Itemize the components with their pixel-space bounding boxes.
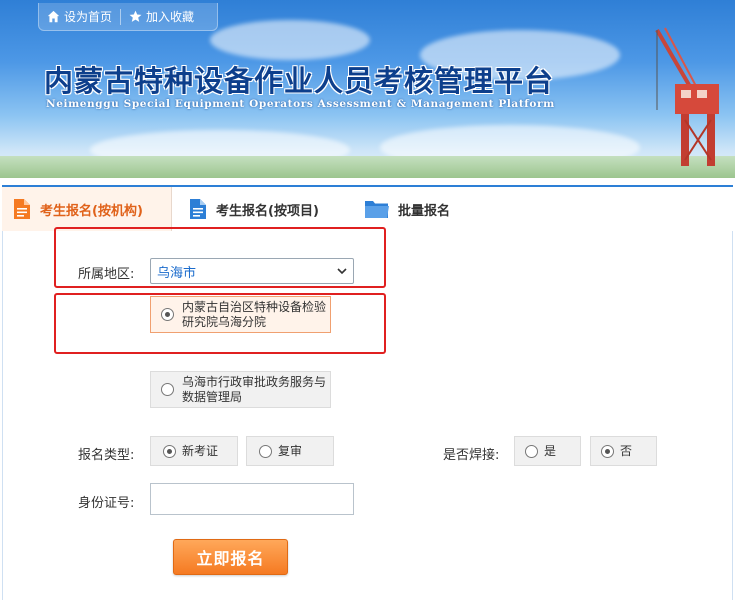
tab-batch-register[interactable]: 批量报名 <box>364 187 450 231</box>
tab-register-by-project[interactable]: 考生报名(按项目) <box>188 187 319 231</box>
site-title: 内蒙古特种设备作业人员考核管理平台 <box>44 64 555 98</box>
tab-label: 批量报名 <box>398 203 451 219</box>
cloud-decoration <box>210 20 370 60</box>
welding-option-yes[interactable]: 是 <box>514 436 581 466</box>
welding-option-label: 否 <box>620 443 633 458</box>
institution-option-text: 乌海市行政审批政务服务与 数据管理局 <box>182 375 326 405</box>
site-title-english: Neimenggu Special Equipment Operators As… <box>46 98 555 110</box>
top-links-bar: 设为首页 加入收藏 <box>38 3 218 31</box>
add-favorite-link[interactable]: 加入收藏 <box>121 8 202 25</box>
tab-label: 考生报名(按机构) <box>40 203 143 219</box>
institution-name-line2: 数据管理局 <box>182 389 243 404</box>
highlight-box-region <box>54 227 386 288</box>
header-banner: 设为首页 加入收藏 内蒙古特种设备作业人员考核管理平台 Neimenggu Sp… <box>0 0 735 178</box>
id-number-input[interactable] <box>150 483 354 515</box>
radio-button <box>525 444 538 458</box>
radio-button <box>163 444 176 458</box>
set-homepage-label: 设为首页 <box>64 10 113 24</box>
tab-label: 考生报名(按项目) <box>216 203 319 219</box>
welding-option-label: 是 <box>544 443 557 458</box>
folder-icon <box>365 201 389 218</box>
star-icon <box>129 10 142 22</box>
crane-illustration <box>655 27 719 166</box>
institution-name-line1: 乌海市行政审批政务服务与 <box>182 374 327 389</box>
document-icon <box>14 199 30 219</box>
type-option-new[interactable]: 新考证 <box>150 436 238 466</box>
id-number-label: 身份证号: <box>78 496 135 511</box>
radio-button <box>259 444 272 458</box>
add-favorite-label: 加入收藏 <box>146 10 195 24</box>
highlight-box-institution <box>54 293 386 354</box>
tab-bar: 考生报名(按机构) 考生报名(按项目) 批量报名 <box>2 185 733 231</box>
ground-decoration <box>0 156 735 178</box>
type-option-label: 复审 <box>278 443 303 458</box>
welding-label: 是否焊接: <box>443 448 500 463</box>
radio-button <box>161 383 174 396</box>
welding-option-no[interactable]: 否 <box>590 436 657 466</box>
type-option-label: 新考证 <box>182 443 219 458</box>
tab-register-by-institution[interactable]: 考生报名(按机构) <box>2 187 172 231</box>
document-icon <box>190 199 206 219</box>
set-homepage-link[interactable]: 设为首页 <box>39 8 120 25</box>
institution-option-wuhai-admin[interactable]: 乌海市行政审批政务服务与 数据管理局 <box>150 371 331 408</box>
register-now-button[interactable]: 立即报名 <box>173 539 288 575</box>
radio-button <box>601 444 614 458</box>
type-option-review[interactable]: 复审 <box>246 436 334 466</box>
home-icon <box>47 10 60 23</box>
registration-type-label: 报名类型: <box>78 448 135 463</box>
